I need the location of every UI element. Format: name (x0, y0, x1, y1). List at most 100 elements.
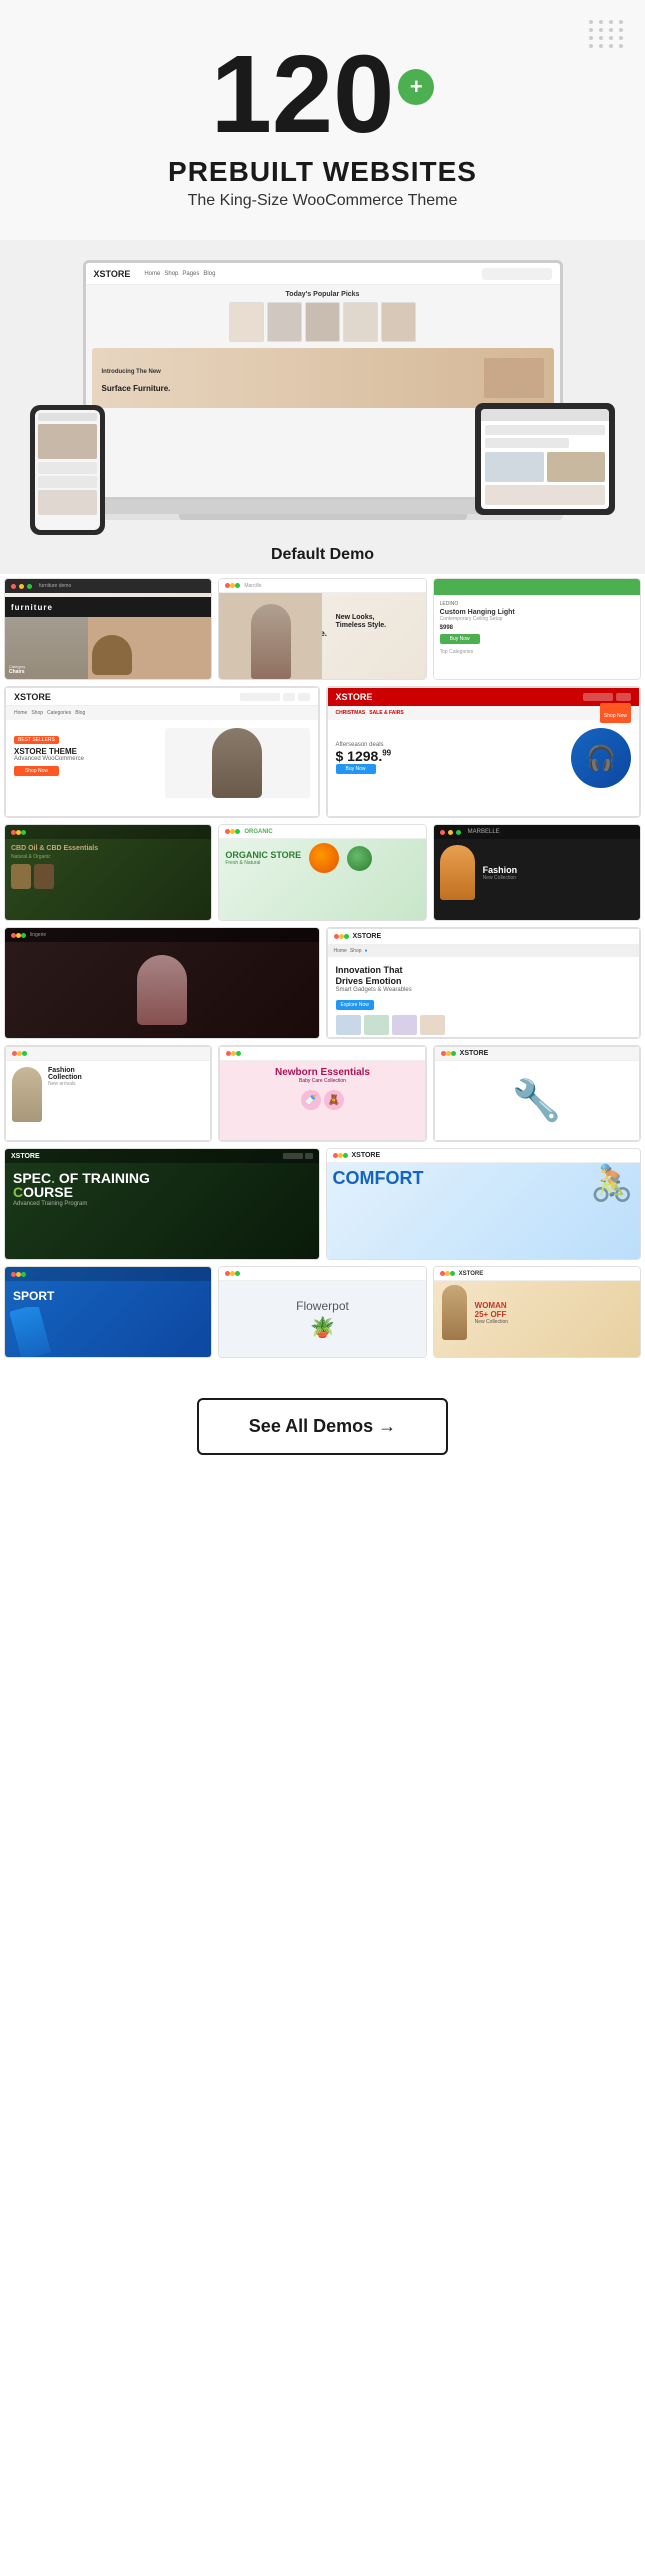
screen-banner-img (484, 358, 544, 398)
screen-nav: Home Shop Pages Blog (144, 271, 215, 277)
screen-product-1 (229, 302, 264, 342)
demo-item-flowerpot[interactable]: Flowerpot 🪴 (218, 1266, 426, 1358)
demo-xstore-preview: XSTORE Home Shop Categories Blog (5, 687, 319, 817)
demo-tools-preview: XSTORE 🔧 (434, 1046, 640, 1141)
cycling-bike-icon: 🚴 (590, 1163, 634, 1204)
demo-item-xstore[interactable]: XSTORE Home Shop Categories Blog (4, 686, 320, 818)
demo-thumb-lingerie: lingerie (4, 927, 320, 1039)
screen-header: XSTORE Home Shop Pages Blog (86, 263, 560, 285)
demo-item-woman[interactable]: XSTORE WOMAN 25+ OFF New Collection (433, 1266, 641, 1358)
demo-item-marbelle[interactable]: MARBELLE Fashion New Collection (433, 824, 641, 921)
demo-row-2: XSTORE Home Shop Categories Blog (4, 686, 641, 818)
demo-organic-preview: ORGANIC ORGANIC STORE Fresh & Natural (219, 825, 425, 920)
default-demo-label: Default Demo (0, 530, 645, 574)
hero-content: 120+ PREBUILT WEBSITES The King-Size Woo… (0, 0, 645, 240)
demo-cycling-preview: XSTORE COMFORT 🚴 (327, 1149, 641, 1259)
demo-green-apple (347, 846, 372, 871)
demo-item-tools[interactable]: XSTORE 🔧 (433, 1045, 641, 1142)
hero-tagline: The King-Size WooCommerce Theme (20, 192, 625, 210)
demo-item-electronics[interactable]: XSTORE CHRISTMAS SALE & FAIRS Shop Now (326, 686, 642, 818)
demo-item-organic[interactable]: ORGANIC ORGANIC STORE Fresh & Natural (218, 824, 426, 921)
screen-product-2 (267, 302, 302, 342)
demo-row-1: furniture demo furniture Category Chairs (4, 578, 641, 680)
demo-item-sport[interactable]: XSTORE SPEC. OF TRAININGCOURSE Advanced … (4, 1148, 320, 1260)
laptop-foot (179, 514, 467, 520)
screen-product-3 (305, 302, 340, 342)
screen-product-4 (343, 302, 378, 342)
screen-popular-title: Today's Popular Picks (92, 291, 554, 298)
demo-row-3: CBD Oil & CBD Essentials Natural & Organ… (4, 824, 641, 921)
demo-item-furniture[interactable]: furniture demo furniture Category Chairs (4, 578, 212, 680)
screen-product-5 (381, 302, 416, 342)
demo-sport2-preview: sport (5, 1267, 211, 1357)
demo-lighting-preview: LEDINO Custom Hanging Light Contemporary… (434, 579, 640, 679)
marbelle-figure (440, 845, 475, 900)
screen-logo: XSTORE (94, 269, 131, 279)
demo-thumb-organic: ORGANIC ORGANIC STORE Fresh & Natural (218, 824, 426, 921)
demo-item-fashion2[interactable]: FashionCollection New arrivals (4, 1045, 212, 1142)
phone-header-bar (38, 413, 97, 421)
demo-marbelle-preview: MARBELLE Fashion New Collection (434, 825, 640, 920)
see-all-demos-button[interactable]: See All Demos → (197, 1398, 448, 1455)
demo-sport-preview: XSTORE SPEC. OF TRAININGCOURSE Advanced … (5, 1149, 319, 1259)
lingerie-figure (137, 955, 187, 1025)
demo-item-cbd[interactable]: CBD Oil & CBD Essentials Natural & Organ… (4, 824, 212, 921)
tablet-mockup: Shop Now (475, 403, 615, 515)
demo-item-fashion-timeless[interactable]: Marcille New Looks,Timeless Style. (218, 578, 426, 680)
screen-search-bar (482, 268, 552, 280)
sport2-equipment (9, 1307, 51, 1357)
demo-innovation-preview: XSTORE Home Shop ● Innovation ThatDrives… (327, 928, 641, 1038)
demo-item-cycling[interactable]: XSTORE COMFORT 🚴 (326, 1148, 642, 1260)
demo-orange-icon (309, 843, 339, 873)
demo-thumb-cbd: CBD Oil & CBD Essentials Natural & Organ… (4, 824, 212, 921)
demo-item-lighting[interactable]: LEDINO Custom Hanging Light Contemporary… (433, 578, 641, 680)
demo-electronics-preview: XSTORE CHRISTMAS SALE & FAIRS Shop Now (327, 687, 641, 817)
phone-screen (35, 410, 100, 530)
fashion2-model (12, 1067, 42, 1122)
screen-products-row (92, 302, 554, 342)
woman-figure (442, 1285, 467, 1340)
demo-thumb-innovation: XSTORE Home Shop ● Innovation ThatDrives… (326, 927, 642, 1039)
flowerpot-icon: 🪴 (310, 1315, 335, 1340)
decorative-dots (589, 20, 625, 48)
demo-item-lingerie[interactable]: lingerie (4, 927, 320, 1039)
demo-furniture-preview: furniture demo furniture Category Chairs (5, 579, 211, 679)
demo-lingerie-preview: lingerie (5, 928, 319, 1038)
demo-thumb-xstore: XSTORE Home Shop Categories Blog (4, 686, 320, 818)
phone-banner (38, 424, 97, 459)
demo-thumb-electronics: XSTORE CHRISTMAS SALE & FAIRS Shop Now (326, 686, 642, 818)
demo-item-sport2[interactable]: sport (4, 1266, 212, 1358)
demo-thumb-lighting: LEDINO Custom Hanging Light Contemporary… (433, 578, 641, 680)
demo-row-4: lingerie XSTORE (4, 927, 641, 1039)
demo-thumb-tools: XSTORE 🔧 (433, 1045, 641, 1142)
tablet-screen: Shop Now (481, 409, 609, 509)
hero-number: 120+ (211, 40, 435, 150)
demo-row-5: FashionCollection New arrivals Newb (4, 1045, 641, 1142)
demo-fashion-preview: Marcille New Looks,Timeless Style. (219, 579, 425, 679)
demo-flowerpot-preview: Flowerpot 🪴 (219, 1267, 425, 1357)
demo-item-baby[interactable]: Newborn Essentials Baby Care Collection … (218, 1045, 426, 1142)
demo-thumb-cycling: XSTORE COMFORT 🚴 (326, 1148, 642, 1260)
demo-thumb-sport: XSTORE SPEC. OF TRAININGCOURSE Advanced … (4, 1148, 320, 1260)
demo-section: furniture demo furniture Category Chairs (0, 574, 645, 1368)
screen-banner: Introducing The New Surface Furniture. (92, 348, 554, 408)
demo-fashion2-preview: FashionCollection New arrivals (5, 1046, 211, 1141)
cta-section: See All Demos → (0, 1368, 645, 1485)
device-mockup-area: XSTORE Home Shop Pages Blog To (0, 240, 645, 530)
demo-thumb-furniture: furniture demo furniture Category Chairs (4, 578, 212, 680)
phone-mockup (30, 405, 105, 535)
demo-baby-preview: Newborn Essentials Baby Care Collection … (219, 1046, 425, 1141)
demo-thumb-woman: XSTORE WOMAN 25+ OFF New Collection (433, 1266, 641, 1358)
xstore-model-figure (212, 728, 262, 798)
demo-row-6: XSTORE SPEC. OF TRAININGCOURSE Advanced … (4, 1148, 641, 1260)
demo-woman-preview: XSTORE WOMAN 25+ OFF New Collection (434, 1267, 640, 1357)
electronics-headphone-img (571, 728, 631, 788)
demo-cbd-preview: CBD Oil & CBD Essentials Natural & Organ… (5, 825, 211, 920)
hero-subtitle: PREBUILT WEBSITES (20, 156, 625, 188)
demo-thumb-sport2: sport (4, 1266, 212, 1358)
demo-innovation-cta: Explore Now (336, 1000, 374, 1010)
screen-banner-content: Introducing The New Surface Furniture. (102, 360, 171, 396)
demo-thumb-fashion: Marcille New Looks,Timeless Style. (218, 578, 426, 680)
demo-row-7: sport Flowerpot (4, 1266, 641, 1358)
demo-item-innovation[interactable]: XSTORE Home Shop ● Innovation ThatDrives… (326, 927, 642, 1039)
